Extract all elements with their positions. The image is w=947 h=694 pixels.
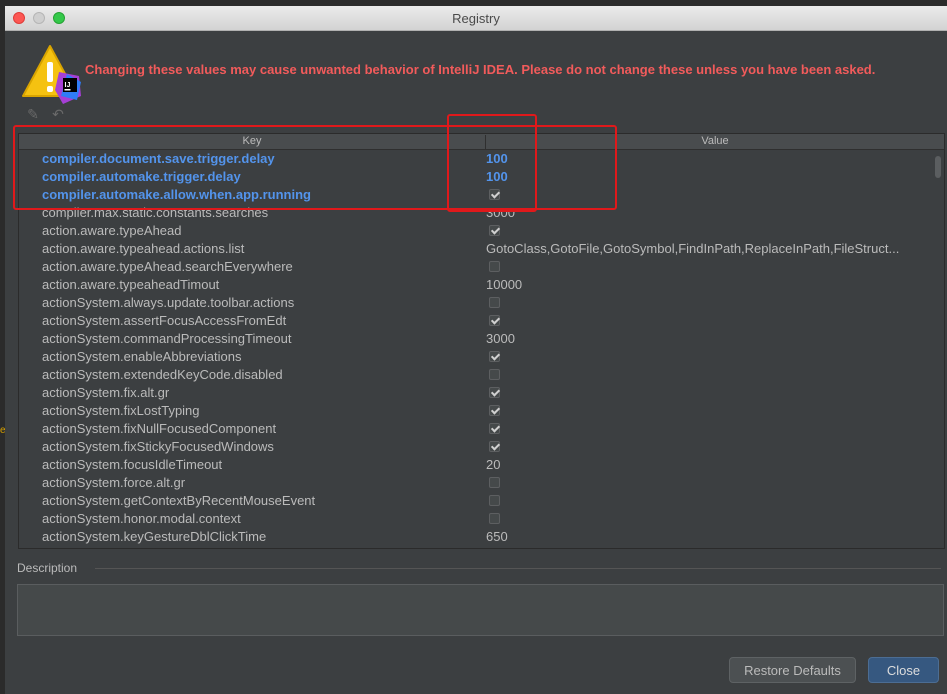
row-key: actionSystem.honor.modal.context xyxy=(42,511,241,526)
table-row[interactable]: actionSystem.always.update.toolbar.actio… xyxy=(19,294,932,312)
row-value-checkbox[interactable] xyxy=(489,189,500,200)
row-key: action.aware.typeAhead xyxy=(42,223,182,238)
row-value[interactable]: GotoClass,GotoFile,GotoSymbol,FindInPath… xyxy=(486,241,926,256)
warning-message: Changing these values may cause unwanted… xyxy=(85,62,876,77)
value-column-header[interactable]: Value xyxy=(486,135,944,147)
row-key: actionSystem.fixLostTyping xyxy=(42,403,200,418)
row-value-checkbox[interactable] xyxy=(489,495,500,506)
row-value-checkbox[interactable] xyxy=(489,297,500,308)
row-value-checkbox[interactable] xyxy=(489,441,500,452)
registry-table: Key Value compiler.document.save.trigger… xyxy=(18,133,945,549)
title-bar: Registry xyxy=(5,6,947,31)
row-value[interactable]: 3000 xyxy=(486,205,926,220)
row-value[interactable]: 20 xyxy=(486,457,926,472)
close-button[interactable]: Close xyxy=(868,657,939,683)
row-value-checkbox[interactable] xyxy=(489,423,500,434)
description-label: Description xyxy=(17,561,78,575)
row-value[interactable]: 100 xyxy=(486,151,926,166)
table-row[interactable]: action.aware.typeAhead.searchEverywhere xyxy=(19,258,932,276)
row-value[interactable]: 650 xyxy=(486,529,926,544)
row-value-checkbox[interactable] xyxy=(489,477,500,488)
row-key: compiler.automake.trigger.delay xyxy=(42,169,241,184)
row-key: actionSystem.fixNullFocusedComponent xyxy=(42,421,277,436)
row-value[interactable]: 100 xyxy=(486,169,926,184)
description-area xyxy=(17,584,944,636)
table-row[interactable]: actionSystem.fixLostTyping xyxy=(19,402,932,420)
row-value-checkbox[interactable] xyxy=(489,369,500,380)
row-key: compiler.max.static.constants.searches xyxy=(42,205,269,220)
pencil-icon[interactable]: ✎ xyxy=(25,106,41,122)
table-row[interactable]: actionSystem.assertFocusAccessFromEdt xyxy=(19,312,932,330)
table-row[interactable]: action.aware.typeAhead xyxy=(19,222,932,240)
table-row[interactable]: compiler.document.save.trigger.delay 100 xyxy=(19,150,932,168)
table-row[interactable]: action.aware.typeaheadTimout 10000 xyxy=(19,276,932,294)
row-key: action.aware.typeaheadTimout xyxy=(42,277,220,292)
warning-icon: IJ xyxy=(19,42,81,104)
row-key: action.aware.typeAhead.searchEverywhere xyxy=(42,259,293,274)
window-title: Registry xyxy=(452,11,500,26)
table-header: Key Value xyxy=(19,134,944,150)
row-key: actionSystem.always.update.toolbar.actio… xyxy=(42,295,295,310)
table-row[interactable]: actionSystem.enableAbbreviations xyxy=(19,348,932,366)
row-key: compiler.automake.allow.when.app.running xyxy=(42,187,311,202)
row-value-checkbox[interactable] xyxy=(489,261,500,272)
row-key: actionSystem.fix.alt.gr xyxy=(42,385,170,400)
row-key: action.aware.typeahead.actions.list xyxy=(42,241,245,256)
row-key: actionSystem.extendedKeyCode.disabled xyxy=(42,367,283,382)
row-value-checkbox[interactable] xyxy=(489,513,500,524)
table-row[interactable]: actionSystem.honor.modal.context xyxy=(19,510,932,528)
row-key: actionSystem.focusIdleTimeout xyxy=(42,457,223,472)
undo-icon[interactable]: ↶ xyxy=(50,106,66,122)
scrollbar-thumb[interactable] xyxy=(935,156,941,178)
row-value-checkbox[interactable] xyxy=(489,315,500,326)
row-value-checkbox[interactable] xyxy=(489,405,500,416)
table-row[interactable]: actionSystem.extendedKeyCode.disabled xyxy=(19,366,932,384)
table-row[interactable]: actionSystem.fixStickyFocusedWindows xyxy=(19,438,932,456)
row-key: actionSystem.keyGestureDblClickTime xyxy=(42,529,267,544)
row-key: compiler.document.save.trigger.delay xyxy=(42,151,275,166)
table-row[interactable]: compiler.max.static.constants.searches 30… xyxy=(19,204,932,222)
row-value[interactable]: 10000 xyxy=(486,277,926,292)
table-row[interactable]: actionSystem.keyGestureDblClickTime 650 xyxy=(19,528,932,546)
description-separator xyxy=(95,568,941,569)
table-row[interactable]: actionSystem.force.alt.gr xyxy=(19,474,932,492)
row-key: actionSystem.force.alt.gr xyxy=(42,475,186,490)
table-row[interactable]: compiler.automake.allow.when.app.running xyxy=(19,186,932,204)
table-row[interactable]: action.aware.typeahead.actions.list GotoC… xyxy=(19,240,932,258)
row-key: actionSystem.getContextByRecentMouseEven… xyxy=(42,493,316,508)
vertical-scrollbar[interactable] xyxy=(933,150,943,548)
row-key: actionSystem.fixStickyFocusedWindows xyxy=(42,439,274,454)
restore-defaults-button[interactable]: Restore Defaults xyxy=(729,657,856,683)
row-key: actionSystem.enableAbbreviations xyxy=(42,349,242,364)
row-value-checkbox[interactable] xyxy=(489,387,500,398)
row-key: actionSystem.assertFocusAccessFromEdt xyxy=(42,313,287,328)
table-row[interactable]: actionSystem.focusIdleTimeout 20 xyxy=(19,456,932,474)
table-row[interactable]: actionSystem.commandProcessingTimeout 300… xyxy=(19,330,932,348)
registry-dialog: Registry IJ Changing these values may ca… xyxy=(5,6,947,694)
table-row[interactable]: compiler.automake.trigger.delay 100 xyxy=(19,168,932,186)
row-value[interactable]: 3000 xyxy=(486,331,926,346)
table-body: compiler.document.save.trigger.delay 100 c… xyxy=(19,150,932,548)
table-row[interactable]: actionSystem.fixNullFocusedComponent xyxy=(19,420,932,438)
row-value-checkbox[interactable] xyxy=(489,351,500,362)
table-row[interactable]: actionSystem.getContextByRecentMouseEven… xyxy=(19,492,932,510)
table-row[interactable]: actionSystem.fix.alt.gr xyxy=(19,384,932,402)
row-key: actionSystem.commandProcessingTimeout xyxy=(42,331,292,346)
svg-text:IJ: IJ xyxy=(65,82,71,89)
intellij-icon: IJ xyxy=(55,72,81,104)
key-column-header[interactable]: Key xyxy=(19,135,486,149)
row-value-checkbox[interactable] xyxy=(489,225,500,236)
